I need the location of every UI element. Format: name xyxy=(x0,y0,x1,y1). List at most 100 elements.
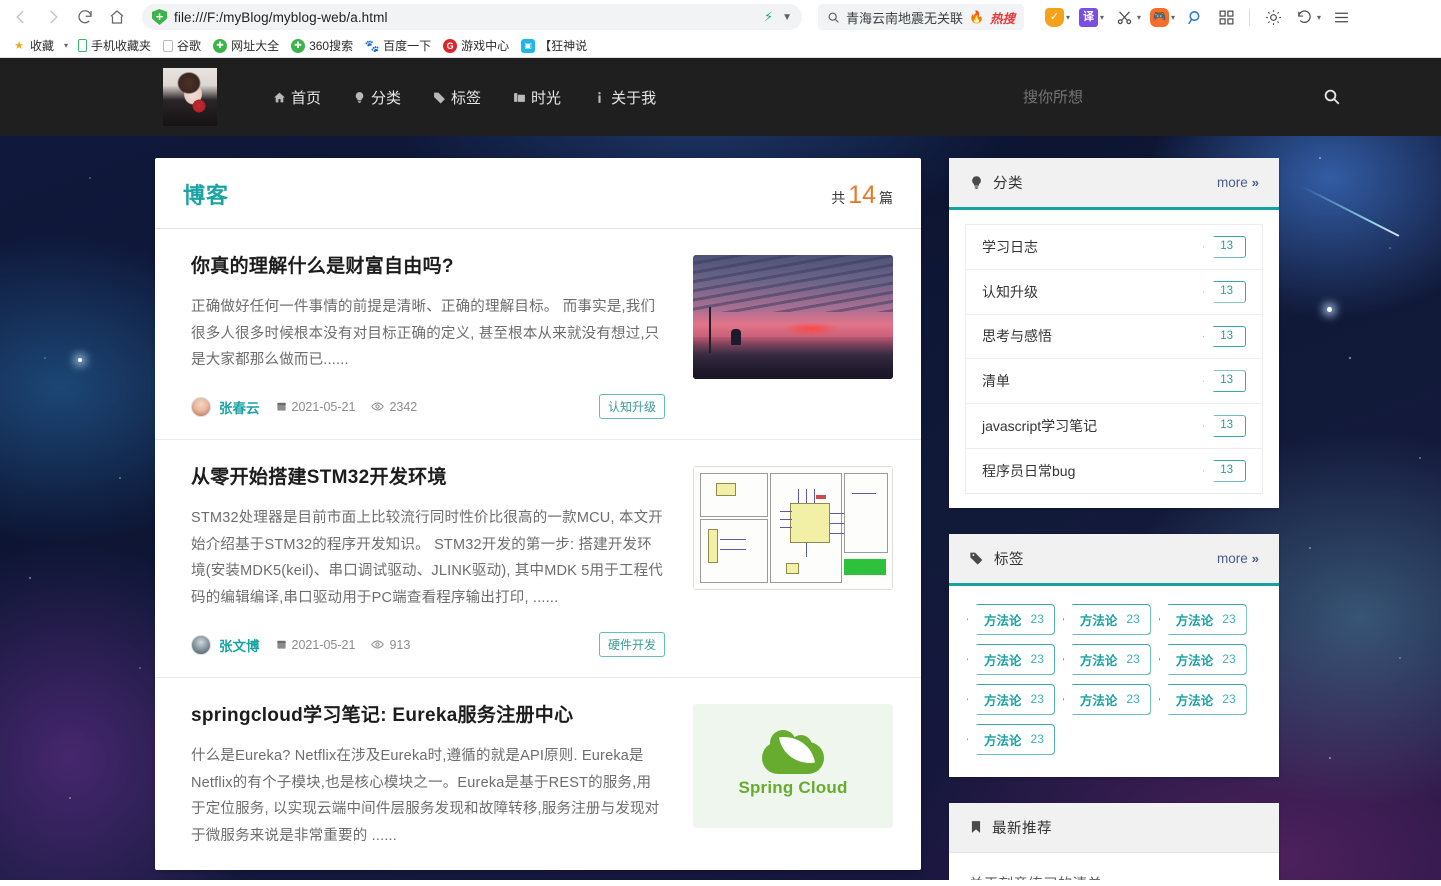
address-bar[interactable]: file:///F:/myBlog/myblog-web/a.html ⚡ ▼ xyxy=(142,4,802,30)
widget-more-link[interactable]: more » xyxy=(1217,175,1259,190)
count-prefix: 共 xyxy=(831,190,846,206)
bookmark-item-kuangshen[interactable]: ▣ 【狂神说 xyxy=(515,35,593,56)
home-icon[interactable] xyxy=(102,2,132,32)
list-item[interactable]: javascript学习笔记 13 xyxy=(966,404,1262,449)
tv-icon: ▣ xyxy=(521,38,536,53)
chevron-down-icon[interactable]: ▼ xyxy=(782,12,792,23)
page-icon xyxy=(163,39,174,52)
post-body: 从零开始搭建STM32开发环境 STM32处理器是目前市面上比较流行同时性价比很… xyxy=(191,466,665,658)
widget-more-link[interactable]: more » xyxy=(1217,551,1259,566)
post-thumbnail[interactable] xyxy=(693,466,893,591)
tag-badge[interactable]: 方法论 23 xyxy=(1158,603,1247,635)
post-thumbnail[interactable] xyxy=(693,255,893,379)
reload-icon[interactable] xyxy=(70,2,100,32)
list-item[interactable]: 思考与感悟 13 xyxy=(966,315,1262,360)
tag-name: 方法论 xyxy=(984,733,1022,748)
post-tag-badge[interactable]: 认知升级 xyxy=(598,394,665,420)
game-center-icon[interactable]: 🎮 ▾ xyxy=(1147,7,1178,27)
list-item[interactable]: 学习日志 13 xyxy=(966,225,1262,270)
bookmark-item-favorites[interactable]: ★ 收藏 xyxy=(6,35,60,56)
post-list-item[interactable]: 你真的理解什么是财富自由吗? 正确做好任何一件事情的前提是清晰、正确的理解目标。… xyxy=(155,229,921,441)
category-name: 程序员日常bug xyxy=(982,462,1076,479)
decorative-pole xyxy=(709,307,711,353)
post-date: 2021-05-21 xyxy=(276,400,355,414)
nav-label: 分类 xyxy=(371,89,402,107)
brightness-icon[interactable] xyxy=(1259,6,1287,28)
nav-item-about[interactable]: 关于我 xyxy=(577,79,672,116)
tag-badge[interactable]: 方法论 23 xyxy=(1062,643,1151,675)
tag-badge[interactable]: 方法论 23 xyxy=(1062,683,1151,715)
post-thumbnail[interactable]: Spring Cloud xyxy=(693,704,893,829)
bookmark-item-google[interactable]: 谷歌 xyxy=(157,35,207,56)
nav-item-timeline[interactable]: 时光 xyxy=(497,79,577,116)
tag-count: 23 xyxy=(1030,652,1044,667)
tag-name: 方法论 xyxy=(1079,613,1118,628)
bookmark-label: 游戏中心 xyxy=(461,39,510,53)
bookmark-item-phone[interactable]: 手机收藏夹 xyxy=(72,35,157,56)
grid-apps-icon[interactable] xyxy=(1212,6,1240,28)
category-count-badge: 13 xyxy=(1203,280,1246,303)
list-item[interactable]: 清单 13 xyxy=(966,359,1262,405)
chevron-down-icon[interactable]: ▾ xyxy=(60,39,72,52)
toolbar-search-box[interactable]: 青海云南地震无关联 🔥 热搜 xyxy=(818,4,1024,30)
tag-badge[interactable]: 方法论 23 xyxy=(1062,603,1151,635)
translate-icon[interactable]: 译 ▾ xyxy=(1076,7,1107,27)
green-plus-icon: ✚ xyxy=(291,38,306,53)
tag-badge[interactable]: 方法论 23 xyxy=(967,723,1055,755)
browser-chrome: file:///F:/myBlog/myblog-web/a.html ⚡ ▼ … xyxy=(0,0,1441,58)
history-undo-icon[interactable]: ▾ xyxy=(1290,6,1324,28)
tag-badge[interactable]: 方法论 23 xyxy=(1158,643,1247,675)
post-title[interactable]: 从零开始搭建STM32开发环境 xyxy=(191,466,665,491)
tag-badge[interactable]: 方法论 23 xyxy=(967,643,1055,675)
calendar-icon xyxy=(276,639,287,650)
page-viewport: 首页 分类 标签 时光 关于我 搜你所想 博客 共 14 篇 你真的理解什么是财… xyxy=(0,58,1441,880)
bookmark-item-gamecenter[interactable]: G 游戏中心 xyxy=(437,35,515,56)
tag-badge[interactable]: 方法论 23 xyxy=(1158,683,1247,715)
bookmark-item-360search[interactable]: ✚ 360搜索 xyxy=(285,35,359,56)
post-author[interactable]: 张文博 xyxy=(191,634,260,655)
list-item[interactable]: 认知升级 13 xyxy=(966,270,1262,315)
post-author[interactable]: 张春云 xyxy=(191,396,260,417)
avatar xyxy=(191,634,211,655)
tag-badge[interactable]: 方法论 23 xyxy=(967,683,1055,715)
avatar-image xyxy=(163,68,217,126)
toolbar-search-text: 青海云南地震无关联 xyxy=(846,10,964,26)
decorative-figure xyxy=(731,329,741,345)
bookmark-item-hao123[interactable]: ✚ 网址大全 xyxy=(207,35,285,56)
back-arrow-icon[interactable] xyxy=(6,2,36,32)
post-views: 913 xyxy=(371,638,410,652)
scissors-screenshot-icon[interactable]: ▾ xyxy=(1110,6,1144,28)
post-list-item[interactable]: 从零开始搭建STM32开发环境 STM32处理器是目前市面上比较流行同时性价比很… xyxy=(155,440,921,679)
forward-arrow-icon[interactable] xyxy=(38,2,68,32)
lightning-icon[interactable]: ⚡ xyxy=(764,9,773,25)
nav-item-home[interactable]: 首页 xyxy=(257,79,337,116)
tag-name: 方法论 xyxy=(1175,613,1214,628)
post-title[interactable]: springcloud学习笔记: Eureka服务注册中心 xyxy=(191,704,665,729)
phone-icon xyxy=(78,39,88,52)
flame-icon: 🔥 xyxy=(969,10,984,24)
nav-item-categories[interactable]: 分类 xyxy=(337,79,417,116)
search-input[interactable] xyxy=(1023,88,1203,106)
list-item[interactable]: 程序员日常bug 13 xyxy=(966,449,1262,493)
search-icon[interactable] xyxy=(1323,88,1341,106)
nav-label: 关于我 xyxy=(611,89,657,107)
tag-badge[interactable]: 方法论 23 xyxy=(967,603,1055,635)
list-item[interactable]: 关于刻意练习的清单 xyxy=(969,873,1259,880)
avatar[interactable] xyxy=(163,68,217,126)
post-meta: 张春云 2021-05-21 2342 认知升级 xyxy=(191,394,665,420)
hamburger-menu-icon[interactable] xyxy=(1327,6,1355,28)
site-header: 首页 分类 标签 时光 关于我 搜你所想 xyxy=(0,58,1441,136)
post-list-item[interactable]: springcloud学习笔记: Eureka服务注册中心 什么是Eureka?… xyxy=(155,678,921,870)
more-label: more xyxy=(1217,550,1248,566)
spring-cloud-logo-icon xyxy=(762,730,824,775)
shield-security-icon[interactable]: ✓ ▾ xyxy=(1042,7,1073,27)
category-count-badge: 13 xyxy=(1203,236,1246,258)
post-title[interactable]: 你真的理解什么是财富自由吗? xyxy=(191,255,665,280)
tag-count: 23 xyxy=(1126,652,1140,667)
tag-count: 23 xyxy=(1126,612,1140,627)
post-tag-badge[interactable]: 硬件开发 xyxy=(598,632,665,658)
nav-item-tags[interactable]: 标签 xyxy=(417,79,497,116)
bookmark-item-baidu[interactable]: 🐾 百度一下 xyxy=(359,35,437,56)
thumbnail-image-schematic xyxy=(693,466,893,591)
magnifier-icon[interactable] xyxy=(1181,6,1209,28)
